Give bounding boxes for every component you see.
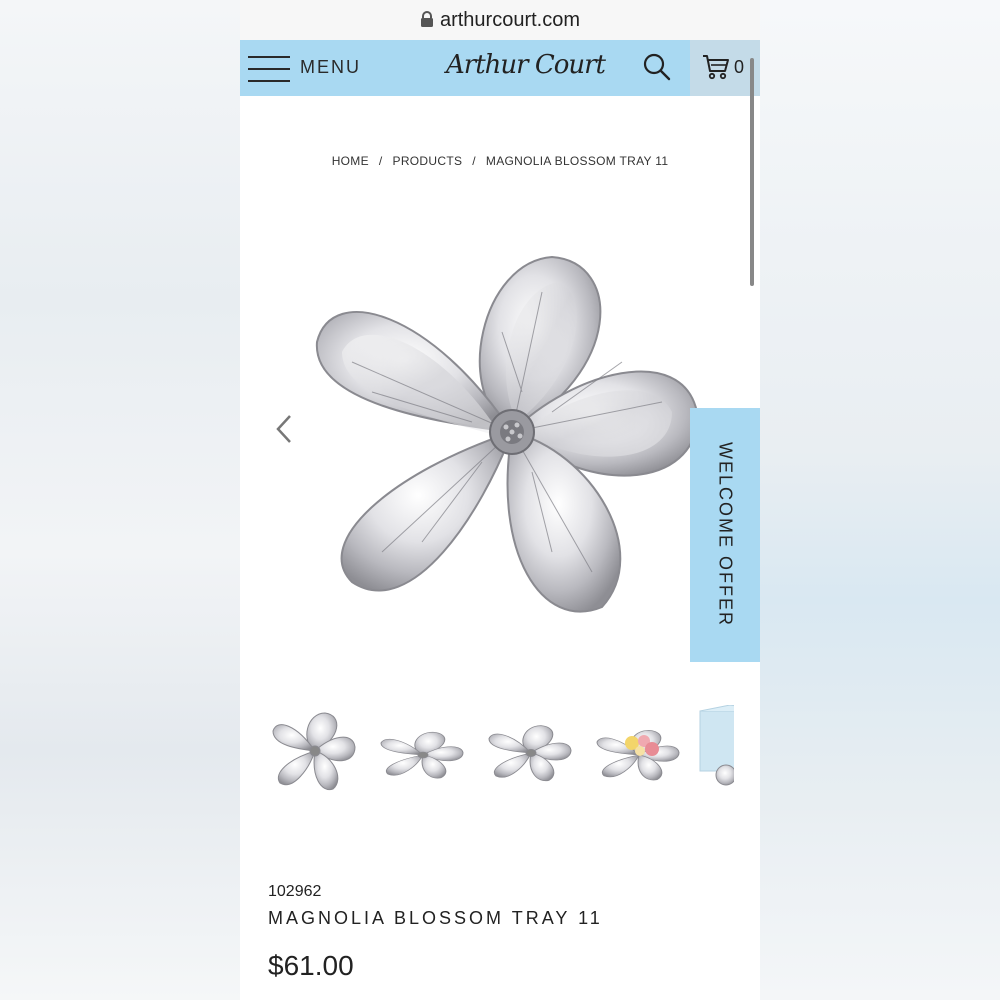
thumbnail-2[interactable] bbox=[378, 705, 468, 795]
url-text: arthurcourt.com bbox=[439, 8, 581, 31]
site-header: MENU Arthur Court 0 bbox=[240, 40, 760, 96]
search-icon[interactable] bbox=[642, 52, 672, 82]
breadcrumb: HOME / PRODUCTS / MAGNOLIA BLOSSOM TRAY 11 bbox=[240, 154, 760, 168]
product-sku: 102962 bbox=[268, 883, 322, 900]
address-bar[interactable]: arthurcourt.com bbox=[240, 0, 760, 40]
product-price: $61.00 bbox=[268, 950, 354, 981]
phone-screen: arthurcourt.com MENU Arthur Court 0 HOME… bbox=[240, 0, 760, 1000]
page-scrollbar[interactable] bbox=[750, 58, 754, 286]
background-right bbox=[760, 0, 1000, 1000]
product-main-image[interactable] bbox=[300, 232, 720, 642]
breadcrumb-products[interactable]: PRODUCTS bbox=[393, 154, 463, 168]
thumbnail-4[interactable] bbox=[594, 705, 684, 795]
breadcrumb-separator: / bbox=[378, 154, 383, 168]
lock-icon bbox=[420, 11, 433, 27]
breadcrumb-separator: / bbox=[472, 154, 476, 168]
product-title: MAGNOLIA BLOSSOM TRAY 11 bbox=[268, 908, 603, 928]
menu-label[interactable]: MENU bbox=[300, 57, 361, 78]
welcome-offer-label: WELCOME OFFER bbox=[715, 442, 736, 628]
thumbnail-5[interactable] bbox=[690, 705, 734, 795]
hamburger-menu-icon[interactable] bbox=[248, 54, 290, 84]
gallery-prev-arrow-icon[interactable] bbox=[276, 414, 292, 444]
welcome-offer-tab[interactable]: WELCOME OFFER bbox=[690, 408, 760, 662]
thumbnail-3[interactable] bbox=[486, 705, 576, 795]
cart-count: 0 bbox=[734, 57, 745, 77]
site-logo[interactable]: Arthur Court bbox=[446, 50, 606, 80]
cart-icon bbox=[703, 55, 729, 80]
thumbnail-1[interactable] bbox=[270, 705, 360, 795]
breadcrumb-current: MAGNOLIA BLOSSOM TRAY 11 bbox=[485, 154, 669, 168]
background-left bbox=[0, 0, 240, 1000]
breadcrumb-home[interactable]: HOME bbox=[332, 154, 369, 168]
thumbnail-strip[interactable] bbox=[270, 705, 734, 795]
